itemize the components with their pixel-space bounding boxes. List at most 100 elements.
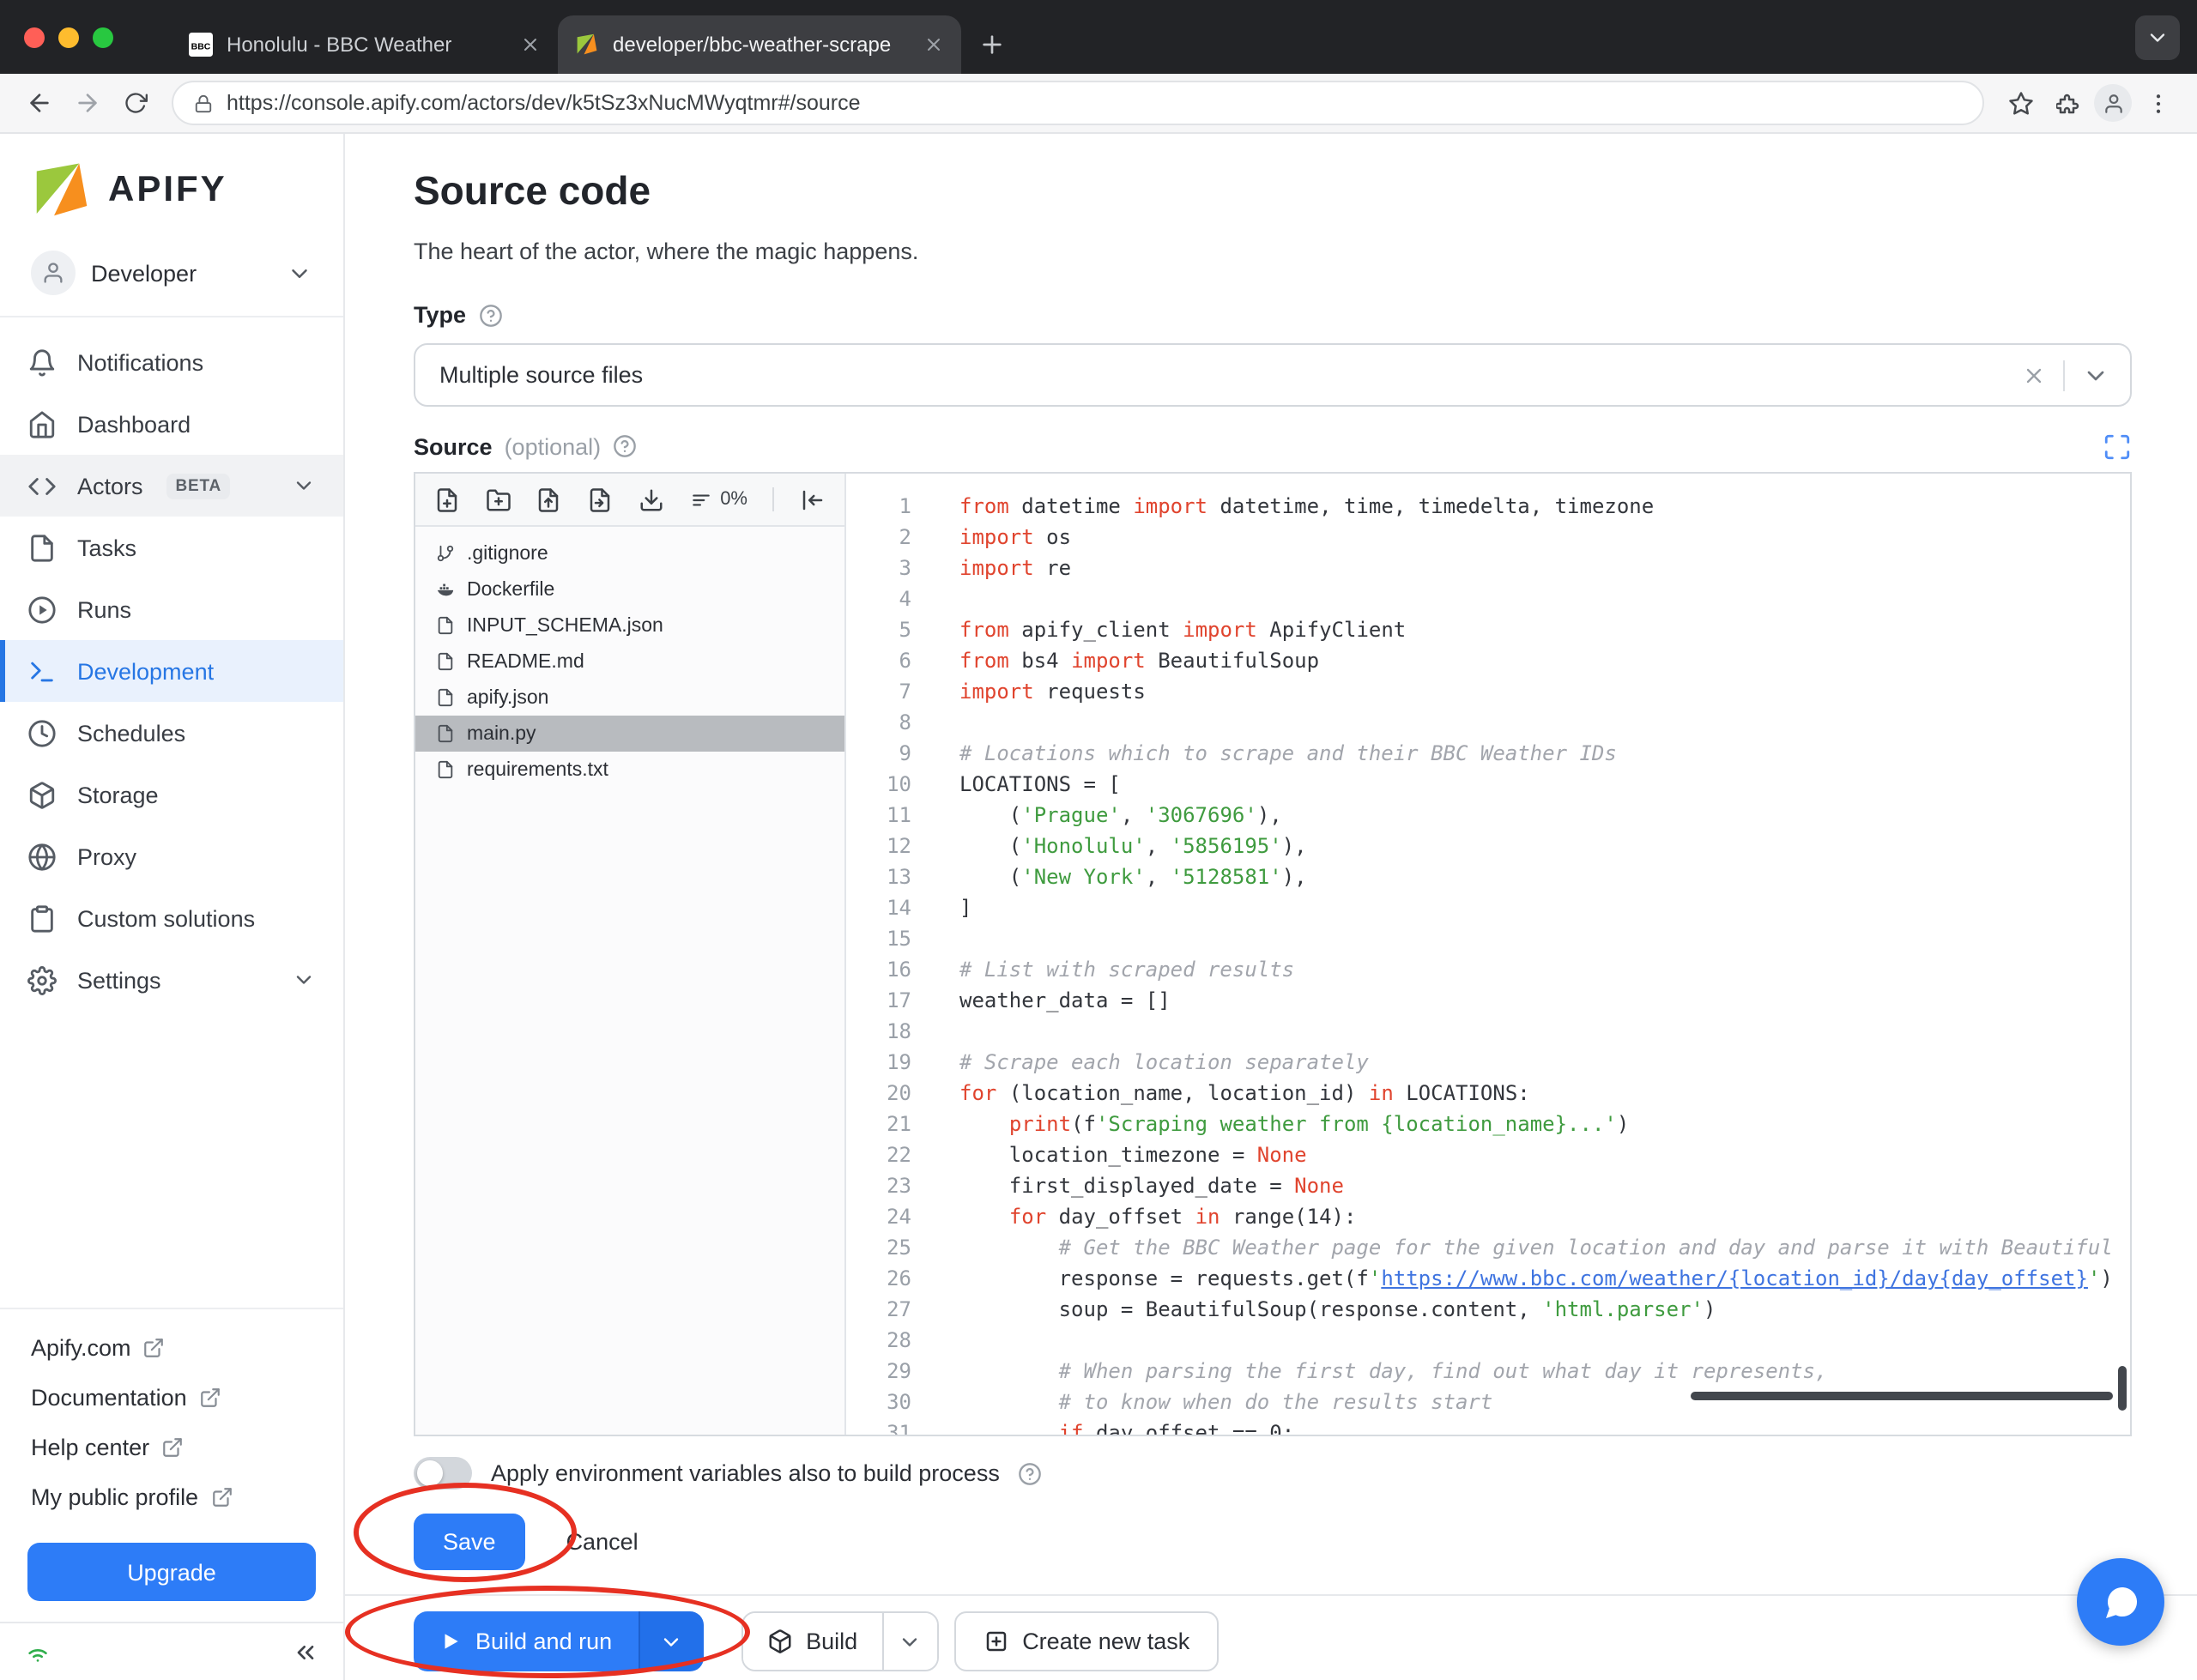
link-my-public-profile[interactable]: My public profile xyxy=(0,1472,343,1522)
code-line[interactable]: 4 xyxy=(846,583,2130,614)
build-dropdown-button[interactable] xyxy=(881,1613,937,1670)
code-line[interactable]: 29 # When parsing the first day, find ou… xyxy=(846,1356,2130,1387)
code-line[interactable]: 10 LOCATIONS = [ xyxy=(846,769,2130,800)
code-line[interactable]: 16 # List with scraped results xyxy=(846,954,2130,985)
help-icon[interactable] xyxy=(613,434,637,458)
close-window-button[interactable] xyxy=(24,27,45,47)
sidebar-item-runs[interactable]: Runs xyxy=(0,578,343,640)
code-line[interactable]: 8 xyxy=(846,707,2130,738)
reload-button[interactable] xyxy=(113,81,158,125)
code-line[interactable]: 15 xyxy=(846,923,2130,954)
horizontal-scrollbar-thumb[interactable] xyxy=(1691,1392,2113,1400)
browser-menu-icon[interactable] xyxy=(2135,81,2180,125)
code-line[interactable]: 9 # Locations which to scrape and their B… xyxy=(846,738,2130,769)
code-line[interactable]: 26 response = requests.get(f'https://www… xyxy=(846,1263,2130,1294)
help-icon[interactable] xyxy=(1019,1461,1043,1485)
code-line[interactable]: 5 from apify_client import ApifyClient xyxy=(846,614,2130,645)
file-dockerfile[interactable]: Dockerfile xyxy=(415,571,844,607)
file-readme-md[interactable]: README.md xyxy=(415,644,844,680)
code-line[interactable]: 18 xyxy=(846,1016,2130,1047)
build-and-run-dropdown-button[interactable] xyxy=(638,1611,704,1671)
fullscreen-icon[interactable] xyxy=(2103,432,2132,461)
help-icon[interactable] xyxy=(478,303,502,327)
new-folder-icon[interactable] xyxy=(485,486,511,512)
tab-apify-console[interactable]: developer/bbc-weather-scrape xyxy=(558,15,961,74)
code-line[interactable]: 12 ('Honolulu', '5856195'), xyxy=(846,831,2130,861)
close-tab-icon[interactable] xyxy=(520,34,541,55)
code-line[interactable]: 2 import os xyxy=(846,522,2130,553)
code-line[interactable]: 20 for (location_name, location_id) in LO… xyxy=(846,1078,2130,1109)
link-documentation[interactable]: Documentation xyxy=(0,1373,343,1423)
sidebar-item-tasks[interactable]: Tasks xyxy=(0,517,343,578)
type-select[interactable]: Multiple source files xyxy=(414,343,2132,407)
code-line[interactable]: 31 if day_offset == 0: xyxy=(846,1417,2130,1435)
back-button[interactable] xyxy=(17,81,62,125)
code-line[interactable]: 6 from bs4 import BeautifulSoup xyxy=(846,645,2130,676)
sidebar-item-actors[interactable]: Actors BETA xyxy=(0,455,343,517)
profile-avatar-icon[interactable] xyxy=(2094,84,2132,122)
file-name: main.py xyxy=(467,723,536,744)
wrap-icon[interactable] xyxy=(800,486,826,512)
download-icon[interactable] xyxy=(639,486,664,512)
close-tab-icon[interactable] xyxy=(923,34,944,55)
code-line[interactable]: 28 xyxy=(846,1325,2130,1356)
sidebar-item-custom-solutions[interactable]: Custom solutions xyxy=(0,887,343,949)
import-file-icon[interactable] xyxy=(587,486,613,512)
intercom-chat-button[interactable] xyxy=(2077,1558,2164,1646)
code-line[interactable]: 19 # Scrape each location separately xyxy=(846,1047,2130,1078)
file-input-schema-json[interactable]: INPUT_SCHEMA.json xyxy=(415,607,844,644)
sidebar-item-settings[interactable]: Settings xyxy=(0,949,343,1011)
extensions-icon[interactable] xyxy=(2046,81,2091,125)
code-line[interactable]: 13 ('New York', '5128581'), xyxy=(846,861,2130,892)
sidebar-item-schedules[interactable]: Schedules xyxy=(0,702,343,764)
account-switcher[interactable]: Developer xyxy=(0,240,343,317)
apify-logo[interactable]: APIFY xyxy=(0,134,343,240)
bookmark-star-icon[interactable] xyxy=(1998,81,2043,125)
file-main-py[interactable]: main.py xyxy=(415,716,844,752)
zoom-control[interactable]: 0% xyxy=(689,488,747,511)
sidebar-item-dashboard[interactable]: Dashboard xyxy=(0,393,343,455)
clear-select-icon[interactable] xyxy=(2022,363,2046,387)
sidebar-item-notifications[interactable]: Notifications xyxy=(0,331,343,393)
file--gitignore[interactable]: .gitignore xyxy=(415,535,844,571)
code-line[interactable]: 25 # Get the BBC Weather page for the gi… xyxy=(846,1232,2130,1263)
upload-file-icon[interactable] xyxy=(536,486,562,512)
create-new-task-button[interactable]: Create new task xyxy=(953,1611,1220,1671)
file-apify-json[interactable]: apify.json xyxy=(415,680,844,716)
chevron-down-icon[interactable] xyxy=(2082,361,2109,389)
build-button[interactable]: Build xyxy=(742,1613,882,1670)
new-tab-button[interactable] xyxy=(978,31,1006,58)
env-vars-toggle[interactable] xyxy=(414,1457,472,1490)
code-line[interactable]: 17 weather_data = [] xyxy=(846,985,2130,1016)
vertical-scrollbar-thumb[interactable] xyxy=(2118,1366,2127,1411)
code-line[interactable]: 21 print(f'Scraping weather from {locati… xyxy=(846,1109,2130,1139)
upgrade-button[interactable]: Upgrade xyxy=(27,1543,316,1601)
zoom-window-button[interactable] xyxy=(93,27,113,47)
link-apify-com[interactable]: Apify.com xyxy=(0,1323,343,1373)
tab-bbc-weather[interactable]: BBC Honolulu - BBC Weather xyxy=(172,15,558,74)
code-line[interactable]: 22 location_timezone = None xyxy=(846,1139,2130,1170)
new-file-icon[interactable] xyxy=(434,486,460,512)
forward-button[interactable] xyxy=(65,81,110,125)
sidebar-item-storage[interactable]: Storage xyxy=(0,764,343,825)
minimize-window-button[interactable] xyxy=(58,27,79,47)
build-and-run-button[interactable]: Build and run xyxy=(414,1611,639,1671)
code-line[interactable]: 3 import re xyxy=(846,553,2130,583)
sidebar-item-development[interactable]: Development xyxy=(0,640,343,702)
code-line[interactable]: 11 ('Prague', '3067696'), xyxy=(846,800,2130,831)
save-button[interactable]: Save xyxy=(414,1514,525,1570)
file-requirements-txt[interactable]: requirements.txt xyxy=(415,752,844,788)
address-bar[interactable]: https://console.apify.com/actors/dev/k5t… xyxy=(172,81,1984,125)
code-editor[interactable]: 1 from datetime import datetime, time, ti… xyxy=(846,474,2130,1435)
code-line[interactable]: 7 import requests xyxy=(846,676,2130,707)
code-line[interactable]: 23 first_displayed_date = None xyxy=(846,1170,2130,1201)
code-line[interactable]: 24 for day_offset in range(14): xyxy=(846,1201,2130,1232)
code-line[interactable]: 27 soup = BeautifulSoup(response.content… xyxy=(846,1294,2130,1325)
code-line[interactable]: 1 from datetime import datetime, time, ti… xyxy=(846,491,2130,522)
code-line[interactable]: 14] xyxy=(846,892,2130,923)
collapse-sidebar-button[interactable] xyxy=(292,1638,319,1665)
cancel-button[interactable]: Cancel xyxy=(549,1514,656,1570)
tab-search-button[interactable] xyxy=(2135,15,2180,60)
sidebar-item-proxy[interactable]: Proxy xyxy=(0,825,343,887)
link-help-center[interactable]: Help center xyxy=(0,1423,343,1472)
